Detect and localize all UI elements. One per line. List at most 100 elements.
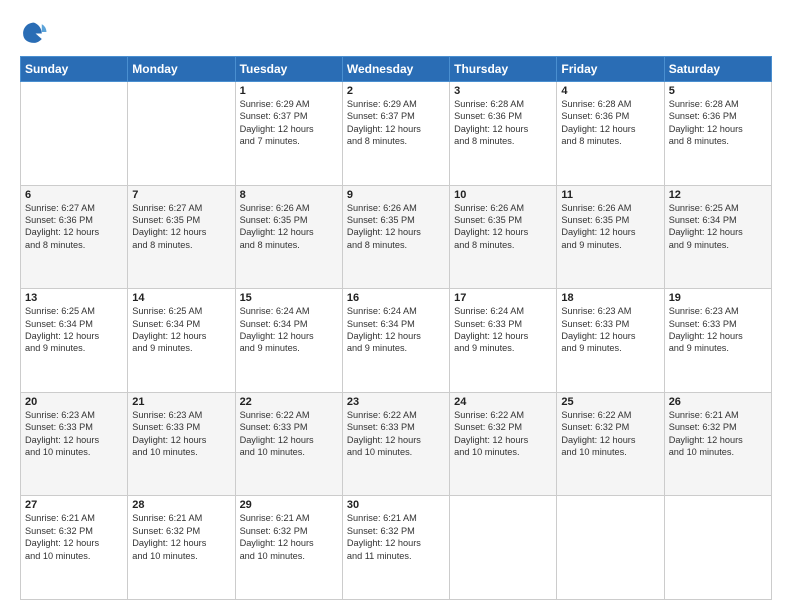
day-number: 9 bbox=[347, 189, 445, 201]
calendar-cell: 27Sunrise: 6:21 AMSunset: 6:32 PMDayligh… bbox=[21, 496, 128, 600]
cell-content: Sunrise: 6:24 AMSunset: 6:33 PMDaylight:… bbox=[454, 305, 552, 355]
day-number: 27 bbox=[25, 499, 123, 511]
logo-icon bbox=[20, 18, 48, 46]
cell-content: Sunrise: 6:23 AMSunset: 6:33 PMDaylight:… bbox=[132, 409, 230, 459]
day-number: 26 bbox=[669, 396, 767, 408]
header bbox=[20, 18, 772, 46]
cell-content: Sunrise: 6:22 AMSunset: 6:33 PMDaylight:… bbox=[347, 409, 445, 459]
weekday-header-row: SundayMondayTuesdayWednesdayThursdayFrid… bbox=[21, 57, 772, 82]
cell-content: Sunrise: 6:21 AMSunset: 6:32 PMDaylight:… bbox=[240, 512, 338, 562]
calendar-header: SundayMondayTuesdayWednesdayThursdayFrid… bbox=[21, 57, 772, 82]
cell-content: Sunrise: 6:29 AMSunset: 6:37 PMDaylight:… bbox=[240, 98, 338, 148]
cell-content: Sunrise: 6:28 AMSunset: 6:36 PMDaylight:… bbox=[561, 98, 659, 148]
day-number: 21 bbox=[132, 396, 230, 408]
calendar-cell bbox=[128, 82, 235, 186]
calendar-cell: 18Sunrise: 6:23 AMSunset: 6:33 PMDayligh… bbox=[557, 289, 664, 393]
calendar-cell: 12Sunrise: 6:25 AMSunset: 6:34 PMDayligh… bbox=[664, 185, 771, 289]
cell-content: Sunrise: 6:21 AMSunset: 6:32 PMDaylight:… bbox=[25, 512, 123, 562]
calendar-cell: 15Sunrise: 6:24 AMSunset: 6:34 PMDayligh… bbox=[235, 289, 342, 393]
cell-content: Sunrise: 6:21 AMSunset: 6:32 PMDaylight:… bbox=[669, 409, 767, 459]
day-number: 3 bbox=[454, 85, 552, 97]
calendar-week-5: 27Sunrise: 6:21 AMSunset: 6:32 PMDayligh… bbox=[21, 496, 772, 600]
calendar-cell: 26Sunrise: 6:21 AMSunset: 6:32 PMDayligh… bbox=[664, 392, 771, 496]
day-number: 6 bbox=[25, 189, 123, 201]
calendar-table: SundayMondayTuesdayWednesdayThursdayFrid… bbox=[20, 56, 772, 600]
calendar-cell: 5Sunrise: 6:28 AMSunset: 6:36 PMDaylight… bbox=[664, 82, 771, 186]
cell-content: Sunrise: 6:28 AMSunset: 6:36 PMDaylight:… bbox=[669, 98, 767, 148]
day-number: 13 bbox=[25, 292, 123, 304]
calendar-cell: 17Sunrise: 6:24 AMSunset: 6:33 PMDayligh… bbox=[450, 289, 557, 393]
calendar-cell bbox=[21, 82, 128, 186]
cell-content: Sunrise: 6:26 AMSunset: 6:35 PMDaylight:… bbox=[347, 202, 445, 252]
day-number: 2 bbox=[347, 85, 445, 97]
day-number: 15 bbox=[240, 292, 338, 304]
cell-content: Sunrise: 6:22 AMSunset: 6:33 PMDaylight:… bbox=[240, 409, 338, 459]
calendar-cell: 16Sunrise: 6:24 AMSunset: 6:34 PMDayligh… bbox=[342, 289, 449, 393]
day-number: 20 bbox=[25, 396, 123, 408]
cell-content: Sunrise: 6:26 AMSunset: 6:35 PMDaylight:… bbox=[240, 202, 338, 252]
day-number: 28 bbox=[132, 499, 230, 511]
day-number: 12 bbox=[669, 189, 767, 201]
day-number: 30 bbox=[347, 499, 445, 511]
weekday-header-wednesday: Wednesday bbox=[342, 57, 449, 82]
calendar-cell: 24Sunrise: 6:22 AMSunset: 6:32 PMDayligh… bbox=[450, 392, 557, 496]
day-number: 22 bbox=[240, 396, 338, 408]
calendar-cell bbox=[664, 496, 771, 600]
calendar-cell: 1Sunrise: 6:29 AMSunset: 6:37 PMDaylight… bbox=[235, 82, 342, 186]
cell-content: Sunrise: 6:21 AMSunset: 6:32 PMDaylight:… bbox=[347, 512, 445, 562]
calendar-week-1: 1Sunrise: 6:29 AMSunset: 6:37 PMDaylight… bbox=[21, 82, 772, 186]
cell-content: Sunrise: 6:27 AMSunset: 6:35 PMDaylight:… bbox=[132, 202, 230, 252]
cell-content: Sunrise: 6:28 AMSunset: 6:36 PMDaylight:… bbox=[454, 98, 552, 148]
weekday-header-thursday: Thursday bbox=[450, 57, 557, 82]
calendar-cell: 29Sunrise: 6:21 AMSunset: 6:32 PMDayligh… bbox=[235, 496, 342, 600]
calendar-cell: 4Sunrise: 6:28 AMSunset: 6:36 PMDaylight… bbox=[557, 82, 664, 186]
day-number: 24 bbox=[454, 396, 552, 408]
calendar-cell: 2Sunrise: 6:29 AMSunset: 6:37 PMDaylight… bbox=[342, 82, 449, 186]
day-number: 29 bbox=[240, 499, 338, 511]
calendar-cell: 20Sunrise: 6:23 AMSunset: 6:33 PMDayligh… bbox=[21, 392, 128, 496]
weekday-header-saturday: Saturday bbox=[664, 57, 771, 82]
calendar-cell: 11Sunrise: 6:26 AMSunset: 6:35 PMDayligh… bbox=[557, 185, 664, 289]
logo bbox=[20, 18, 52, 46]
cell-content: Sunrise: 6:23 AMSunset: 6:33 PMDaylight:… bbox=[25, 409, 123, 459]
cell-content: Sunrise: 6:26 AMSunset: 6:35 PMDaylight:… bbox=[561, 202, 659, 252]
day-number: 8 bbox=[240, 189, 338, 201]
day-number: 1 bbox=[240, 85, 338, 97]
cell-content: Sunrise: 6:29 AMSunset: 6:37 PMDaylight:… bbox=[347, 98, 445, 148]
calendar-cell bbox=[557, 496, 664, 600]
day-number: 7 bbox=[132, 189, 230, 201]
calendar-cell bbox=[450, 496, 557, 600]
cell-content: Sunrise: 6:22 AMSunset: 6:32 PMDaylight:… bbox=[454, 409, 552, 459]
cell-content: Sunrise: 6:24 AMSunset: 6:34 PMDaylight:… bbox=[240, 305, 338, 355]
day-number: 11 bbox=[561, 189, 659, 201]
calendar-cell: 10Sunrise: 6:26 AMSunset: 6:35 PMDayligh… bbox=[450, 185, 557, 289]
calendar-cell: 8Sunrise: 6:26 AMSunset: 6:35 PMDaylight… bbox=[235, 185, 342, 289]
page: SundayMondayTuesdayWednesdayThursdayFrid… bbox=[0, 0, 792, 612]
calendar-cell: 23Sunrise: 6:22 AMSunset: 6:33 PMDayligh… bbox=[342, 392, 449, 496]
weekday-header-monday: Monday bbox=[128, 57, 235, 82]
cell-content: Sunrise: 6:27 AMSunset: 6:36 PMDaylight:… bbox=[25, 202, 123, 252]
cell-content: Sunrise: 6:21 AMSunset: 6:32 PMDaylight:… bbox=[132, 512, 230, 562]
day-number: 10 bbox=[454, 189, 552, 201]
cell-content: Sunrise: 6:23 AMSunset: 6:33 PMDaylight:… bbox=[669, 305, 767, 355]
calendar-cell: 21Sunrise: 6:23 AMSunset: 6:33 PMDayligh… bbox=[128, 392, 235, 496]
calendar-cell: 25Sunrise: 6:22 AMSunset: 6:32 PMDayligh… bbox=[557, 392, 664, 496]
calendar-body: 1Sunrise: 6:29 AMSunset: 6:37 PMDaylight… bbox=[21, 82, 772, 600]
cell-content: Sunrise: 6:23 AMSunset: 6:33 PMDaylight:… bbox=[561, 305, 659, 355]
day-number: 17 bbox=[454, 292, 552, 304]
calendar-cell: 13Sunrise: 6:25 AMSunset: 6:34 PMDayligh… bbox=[21, 289, 128, 393]
calendar-week-4: 20Sunrise: 6:23 AMSunset: 6:33 PMDayligh… bbox=[21, 392, 772, 496]
calendar-cell: 28Sunrise: 6:21 AMSunset: 6:32 PMDayligh… bbox=[128, 496, 235, 600]
cell-content: Sunrise: 6:25 AMSunset: 6:34 PMDaylight:… bbox=[25, 305, 123, 355]
day-number: 16 bbox=[347, 292, 445, 304]
calendar-cell: 3Sunrise: 6:28 AMSunset: 6:36 PMDaylight… bbox=[450, 82, 557, 186]
calendar-cell: 22Sunrise: 6:22 AMSunset: 6:33 PMDayligh… bbox=[235, 392, 342, 496]
calendar-week-2: 6Sunrise: 6:27 AMSunset: 6:36 PMDaylight… bbox=[21, 185, 772, 289]
cell-content: Sunrise: 6:24 AMSunset: 6:34 PMDaylight:… bbox=[347, 305, 445, 355]
day-number: 23 bbox=[347, 396, 445, 408]
calendar-week-3: 13Sunrise: 6:25 AMSunset: 6:34 PMDayligh… bbox=[21, 289, 772, 393]
calendar-cell: 19Sunrise: 6:23 AMSunset: 6:33 PMDayligh… bbox=[664, 289, 771, 393]
day-number: 19 bbox=[669, 292, 767, 304]
calendar-cell: 9Sunrise: 6:26 AMSunset: 6:35 PMDaylight… bbox=[342, 185, 449, 289]
calendar-cell: 30Sunrise: 6:21 AMSunset: 6:32 PMDayligh… bbox=[342, 496, 449, 600]
